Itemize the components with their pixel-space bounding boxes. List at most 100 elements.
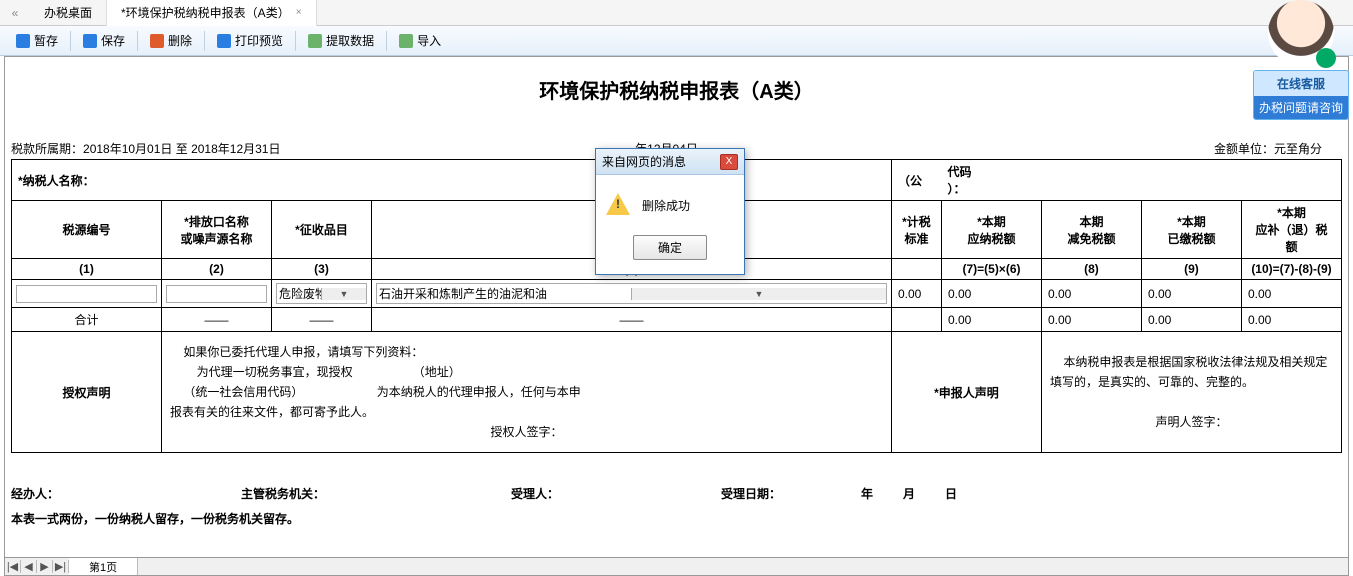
chevron-down-icon: ▼ bbox=[631, 288, 886, 300]
footer-note: 本表一式两份，一份纳税人留存，一份税务机关留存。 bbox=[5, 506, 1348, 531]
tab-bar: « 办税桌面 *环境保护税纳税申报表（A类） × bbox=[0, 0, 1353, 26]
col-8: 本期 减免税额 bbox=[1041, 201, 1141, 259]
separator bbox=[295, 31, 296, 51]
chevron-down-icon: ▼ bbox=[321, 288, 366, 300]
period-label: 税款所属期： bbox=[11, 142, 83, 156]
code-label2: ）： bbox=[947, 182, 965, 196]
col-7: *本期 应纳税额 bbox=[941, 201, 1041, 259]
document-canvas: 环境保护税纳税申报表（A类） 税款所属期：2018年10月01日 至 2018年… bbox=[4, 56, 1349, 558]
subitem-select[interactable]: 石油开采和炼制产生的油泥和油▼ bbox=[376, 283, 887, 304]
n1: (1) bbox=[79, 262, 94, 276]
save-icon bbox=[83, 34, 97, 48]
extract-icon bbox=[308, 34, 322, 48]
import-label: 导入 bbox=[417, 32, 441, 49]
sum-7: 0.00 bbox=[941, 308, 1041, 332]
acceptor-label: 受理人： bbox=[511, 485, 721, 502]
subitem-value: 石油开采和炼制产生的油泥和油 bbox=[377, 284, 631, 303]
tab-desktop[interactable]: 办税桌面 bbox=[30, 0, 107, 26]
year-label: 年 bbox=[861, 485, 873, 502]
taxpayer-name-label: *纳税人名称： bbox=[18, 174, 95, 188]
cell-7: 0.00 bbox=[941, 280, 1041, 308]
sum-8: 0.00 bbox=[1041, 308, 1141, 332]
n10: (10)=(7)-(8)-(9) bbox=[1251, 262, 1331, 276]
col-9: *本期 已缴税额 bbox=[1141, 201, 1241, 259]
tab-document[interactable]: *环境保护税纳税申报表（A类） × bbox=[107, 0, 317, 26]
pause-label: 暂存 bbox=[34, 32, 58, 49]
toolbar: 暂存 保存 删除 打印预览 提取数据 导入 bbox=[0, 26, 1353, 56]
cell-8: 0.00 bbox=[1041, 280, 1141, 308]
tabs-collapse-button[interactable]: « bbox=[0, 6, 30, 20]
n7: (7)=(5)×(6) bbox=[962, 262, 1020, 276]
col-5: *计税 标准 bbox=[891, 201, 941, 259]
delete-icon bbox=[150, 34, 164, 48]
import-button[interactable]: 导入 bbox=[391, 30, 449, 51]
category-value: 危险废物（固 bbox=[277, 284, 321, 303]
sum-dash: —— bbox=[372, 308, 892, 332]
pager-bar: |◀ ◀ ▶ ▶| 第1页 bbox=[4, 558, 1349, 576]
tab-label: 办税桌面 bbox=[44, 4, 92, 21]
next-page-button[interactable]: ▶ bbox=[37, 560, 53, 573]
ok-button[interactable]: 确定 bbox=[633, 235, 707, 260]
auth-label: 授权声明 bbox=[62, 386, 110, 400]
n2: (2) bbox=[209, 262, 224, 276]
last-page-button[interactable]: ▶| bbox=[53, 560, 69, 573]
outlet-name-input[interactable] bbox=[166, 285, 267, 303]
unit-label: 金额单位： bbox=[1214, 142, 1274, 156]
code-label: 代码 bbox=[947, 165, 971, 179]
delete-label: 删除 bbox=[168, 32, 192, 49]
warning-icon bbox=[606, 193, 630, 217]
cs-title: 在线客服 bbox=[1254, 71, 1348, 96]
n9: (9) bbox=[1184, 262, 1199, 276]
cs-badge: 在线客服 办税问题请咨询 bbox=[1253, 70, 1349, 120]
tab-label: *环境保护税纳税申报表（A类） bbox=[121, 4, 290, 21]
separator bbox=[70, 31, 71, 51]
avatar-icon bbox=[1268, 0, 1334, 66]
dialog-message: 删除成功 bbox=[642, 197, 690, 214]
auth-text: 如果你已委托代理人申报，请填写下列资料： 为代理一切税务事宜，现授权 （地址） … bbox=[162, 332, 892, 453]
accept-date-label: 受理日期： bbox=[721, 485, 781, 502]
customer-service-widget[interactable]: 在线客服 办税问题请咨询 bbox=[1253, 0, 1349, 120]
sum-dash: —— bbox=[162, 308, 272, 332]
col-1: 税源编号 bbox=[12, 201, 162, 259]
period-value: 2018年10月01日 至 2018年12月31日 bbox=[83, 142, 280, 156]
pause-button[interactable]: 暂存 bbox=[8, 30, 66, 51]
sum-9: 0.00 bbox=[1141, 308, 1241, 332]
print-preview-button[interactable]: 打印预览 bbox=[209, 30, 291, 51]
source-id-input[interactable] bbox=[16, 285, 157, 303]
category-select[interactable]: 危险废物（固▼ bbox=[276, 283, 367, 304]
sum-10: 0.00 bbox=[1241, 308, 1341, 332]
col-3: *征收品目 bbox=[272, 201, 372, 259]
save-button[interactable]: 保存 bbox=[75, 30, 133, 51]
decl-text: 本纳税申报表是根据国家税收法律法规及相关规定填写的，是真实的、可靠的、完整的。 … bbox=[1041, 332, 1341, 453]
day-label: 日 bbox=[945, 485, 957, 502]
taxpayer-kind: （公 bbox=[898, 174, 922, 188]
dialog-footer: 确定 bbox=[596, 225, 744, 274]
dialog-titlebar: 来自网页的消息 X bbox=[596, 149, 744, 175]
sum-dash: —— bbox=[272, 308, 372, 332]
print-label: 打印预览 bbox=[235, 32, 283, 49]
col-2: *排放口名称 或噪声源名称 bbox=[162, 201, 272, 259]
n3: (3) bbox=[314, 262, 329, 276]
page-title: 环境保护税纳税申报表（A类） bbox=[5, 75, 1348, 104]
sum-label: 合计 bbox=[12, 308, 162, 332]
data-row: 危险废物（固▼ 石油开采和炼制产生的油泥和油▼ 0.00 0.00 0.00 0… bbox=[12, 280, 1342, 308]
close-icon[interactable]: X bbox=[720, 154, 738, 170]
prev-page-button[interactable]: ◀ bbox=[21, 560, 37, 573]
first-page-button[interactable]: |◀ bbox=[5, 560, 21, 573]
separator bbox=[386, 31, 387, 51]
close-icon[interactable]: × bbox=[296, 7, 302, 18]
alert-dialog: 来自网页的消息 X 删除成功 确定 bbox=[595, 148, 745, 275]
col-10: *本期 应补（退）税 额 bbox=[1241, 201, 1341, 259]
separator bbox=[137, 31, 138, 51]
cell-5: 0.00 bbox=[891, 280, 941, 308]
separator bbox=[204, 31, 205, 51]
delete-button[interactable]: 删除 bbox=[142, 30, 200, 51]
declaration-row: 授权声明 如果你已委托代理人申报，请填写下列资料： 为代理一切税务事宜，现授权 … bbox=[12, 332, 1342, 453]
extract-button[interactable]: 提取数据 bbox=[300, 30, 382, 51]
import-icon bbox=[399, 34, 413, 48]
cell-10: 0.00 bbox=[1241, 280, 1341, 308]
page-tab[interactable]: 第1页 bbox=[69, 558, 138, 575]
dialog-title: 来自网页的消息 bbox=[602, 153, 686, 170]
save-label: 保存 bbox=[101, 32, 125, 49]
pause-icon bbox=[16, 34, 30, 48]
